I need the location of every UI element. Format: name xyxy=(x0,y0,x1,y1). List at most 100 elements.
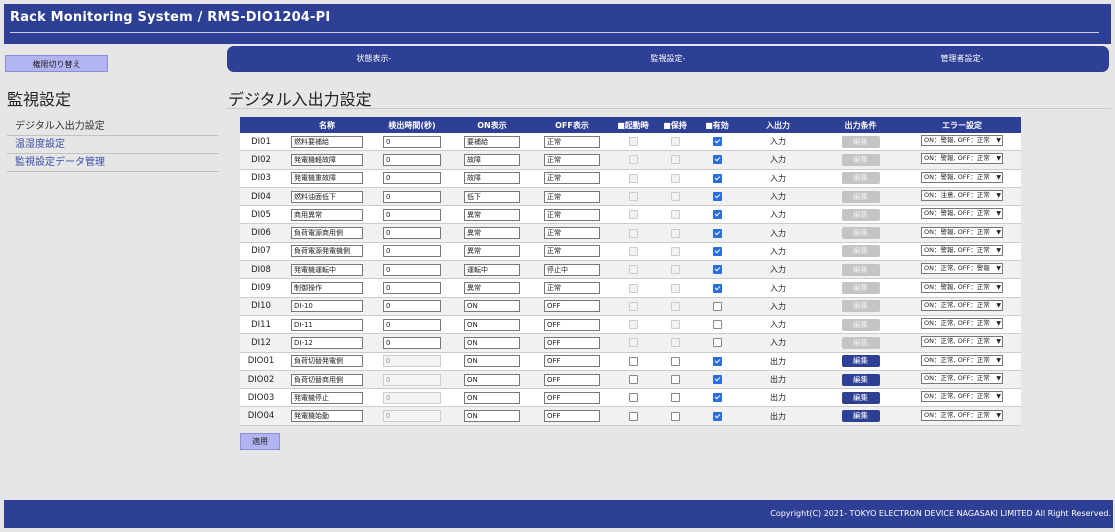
off-display-input[interactable] xyxy=(544,336,600,349)
on-display-input[interactable] xyxy=(464,135,520,148)
enabled-checkbox[interactable] xyxy=(712,173,722,183)
error-setting-select[interactable]: ON：警報, OFF：正常 ▼ xyxy=(921,153,1003,165)
off-display-input[interactable] xyxy=(544,172,600,185)
edit-button[interactable]: 編集 xyxy=(841,391,880,404)
name-input[interactable] xyxy=(291,336,363,349)
enabled-checkbox[interactable] xyxy=(712,356,722,366)
name-input[interactable] xyxy=(291,153,363,166)
off-display-input[interactable] xyxy=(544,355,600,368)
startup-checkbox[interactable] xyxy=(628,375,638,384)
name-input[interactable] xyxy=(291,135,363,148)
off-display-input[interactable] xyxy=(544,153,600,166)
error-setting-select[interactable]: ON：警報, OFF：正常 ▼ xyxy=(921,208,1003,220)
name-input[interactable] xyxy=(291,355,363,368)
off-display-input[interactable] xyxy=(544,391,600,404)
off-display-input[interactable] xyxy=(544,135,600,148)
detect-time-input[interactable] xyxy=(383,263,441,276)
enabled-checkbox[interactable] xyxy=(712,338,722,348)
on-display-input[interactable] xyxy=(464,208,520,221)
error-setting-select[interactable]: ON：正常, OFF：正常 ▼ xyxy=(921,354,1003,366)
col-startup-header[interactable]: ■起動時 xyxy=(612,117,654,133)
error-setting-select[interactable]: ON：警報, OFF：正常 ▼ xyxy=(921,244,1003,256)
enabled-checkbox[interactable] xyxy=(712,393,722,403)
name-input[interactable] xyxy=(291,263,363,276)
nav-admin-settings[interactable]: 管理者設定- xyxy=(815,46,1109,72)
on-display-input[interactable] xyxy=(464,172,520,185)
off-display-input[interactable] xyxy=(544,208,600,221)
detect-time-input[interactable] xyxy=(383,190,441,203)
edit-button[interactable]: 編集 xyxy=(841,355,880,368)
col-enabled-header[interactable]: ■有効 xyxy=(696,117,738,133)
enabled-checkbox[interactable] xyxy=(712,192,722,202)
off-display-input[interactable] xyxy=(544,300,600,313)
error-setting-select[interactable]: ON：正常, OFF：正常 ▼ xyxy=(921,373,1003,384)
startup-checkbox[interactable] xyxy=(628,356,638,366)
detect-time-input[interactable] xyxy=(383,208,441,221)
startup-checkbox[interactable] xyxy=(628,393,638,403)
name-input[interactable] xyxy=(291,282,363,295)
error-setting-select[interactable]: ON：警報, OFF：正常 ▼ xyxy=(921,135,1003,147)
name-input[interactable] xyxy=(291,227,363,240)
edit-button[interactable]: 編集 xyxy=(841,373,880,386)
switch-permission-button[interactable]: 権限切り替え xyxy=(5,55,108,72)
on-display-input[interactable] xyxy=(464,245,520,258)
name-input[interactable] xyxy=(291,318,363,331)
off-display-input[interactable] xyxy=(544,263,600,276)
error-setting-select[interactable]: ON：警報, OFF：正常 ▼ xyxy=(921,171,1003,183)
error-setting-select[interactable]: ON：正常, OFF：正常 ▼ xyxy=(921,336,1003,348)
on-display-input[interactable] xyxy=(464,227,520,240)
detect-time-input[interactable] xyxy=(383,135,441,148)
detect-time-input[interactable] xyxy=(383,336,441,349)
detect-time-input[interactable] xyxy=(383,245,441,258)
enabled-checkbox[interactable] xyxy=(712,411,722,421)
detect-time-input[interactable] xyxy=(383,282,441,295)
name-input[interactable] xyxy=(291,208,363,221)
hold-checkbox[interactable] xyxy=(670,356,680,366)
sidebar-item-digital-io[interactable]: デジタル入出力設定 xyxy=(7,118,219,136)
error-setting-select[interactable]: ON：注意, OFF：正常 ▼ xyxy=(921,190,1003,202)
detect-time-input[interactable] xyxy=(383,300,441,313)
sidebar-item-data-management[interactable]: 監視設定データ管理 xyxy=(7,154,219,172)
on-display-input[interactable] xyxy=(464,391,520,404)
detect-time-input[interactable] xyxy=(383,227,441,240)
enabled-checkbox[interactable] xyxy=(712,155,722,165)
hold-checkbox[interactable] xyxy=(670,393,680,403)
detect-time-input[interactable] xyxy=(383,318,441,331)
enabled-checkbox[interactable] xyxy=(712,375,722,384)
off-display-input[interactable] xyxy=(544,190,600,203)
off-display-input[interactable] xyxy=(544,227,600,240)
enabled-checkbox[interactable] xyxy=(712,320,722,330)
enabled-checkbox[interactable] xyxy=(712,265,722,275)
error-setting-select[interactable]: ON：正常, OFF：正常 ▼ xyxy=(921,391,1003,403)
enabled-checkbox[interactable] xyxy=(712,210,722,220)
on-display-input[interactable] xyxy=(464,263,520,276)
hold-checkbox[interactable] xyxy=(670,375,680,384)
hold-checkbox[interactable] xyxy=(670,411,680,421)
on-display-input[interactable] xyxy=(464,190,520,203)
enabled-checkbox[interactable] xyxy=(712,283,722,293)
enabled-checkbox[interactable] xyxy=(712,137,722,147)
error-setting-select[interactable]: ON：正常, OFF：警報 ▼ xyxy=(921,263,1003,275)
on-display-input[interactable] xyxy=(464,282,520,295)
on-display-input[interactable] xyxy=(464,336,520,349)
nav-status-display[interactable]: 状態表示- xyxy=(227,46,521,72)
name-input[interactable] xyxy=(291,373,363,386)
name-input[interactable] xyxy=(291,172,363,185)
on-display-input[interactable] xyxy=(464,153,520,166)
error-setting-select[interactable]: ON：正常, OFF：正常 ▼ xyxy=(921,299,1003,311)
on-display-input[interactable] xyxy=(464,300,520,313)
on-display-input[interactable] xyxy=(464,318,520,331)
name-input[interactable] xyxy=(291,410,363,423)
sidebar-item-temp-humidity[interactable]: 温湿度設定 xyxy=(7,136,219,154)
enabled-checkbox[interactable] xyxy=(712,228,722,238)
error-setting-select[interactable]: ON：警報, OFF：正常 ▼ xyxy=(921,226,1003,238)
on-display-input[interactable] xyxy=(464,355,520,368)
error-setting-select[interactable]: ON：警報, OFF：正常 ▼ xyxy=(921,281,1003,293)
detect-time-input[interactable] xyxy=(383,172,441,185)
name-input[interactable] xyxy=(291,245,363,258)
name-input[interactable] xyxy=(291,190,363,203)
off-display-input[interactable] xyxy=(544,245,600,258)
off-display-input[interactable] xyxy=(544,373,600,386)
name-input[interactable] xyxy=(291,391,363,404)
edit-button[interactable]: 編集 xyxy=(841,410,880,423)
